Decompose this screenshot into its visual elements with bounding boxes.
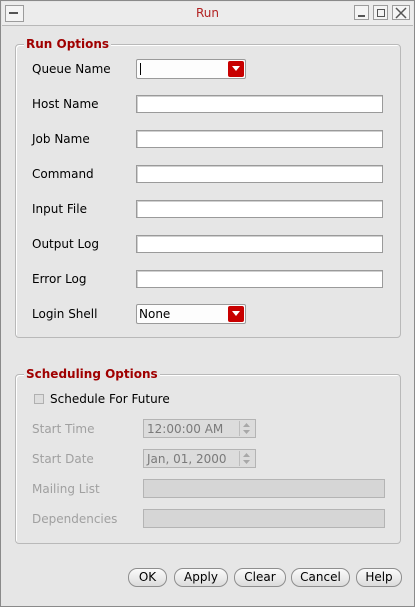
window-title: Run [195, 6, 219, 20]
start-time-spinner[interactable]: 12:00:00 AM [143, 419, 256, 438]
start-time-label: Start Time [32, 422, 95, 436]
chevron-down-icon [232, 66, 240, 71]
start-time-spin-arrows[interactable] [239, 421, 254, 436]
run-dialog: Run Run Options Queue Name Host Name Job… [0, 0, 415, 607]
start-date-spin-arrows[interactable] [239, 451, 254, 466]
command-label: Command [32, 167, 94, 181]
error-log-label: Error Log [32, 272, 87, 286]
mailing-list-field[interactable] [143, 479, 385, 498]
maximize-button[interactable] [373, 5, 388, 20]
queue-name-label: Queue Name [32, 62, 111, 76]
login-shell-label: Login Shell [32, 307, 98, 321]
minimize-button[interactable] [354, 5, 369, 20]
queue-name-dropdown-arrow[interactable] [228, 61, 244, 77]
apply-button[interactable]: Apply [174, 568, 228, 587]
job-name-label: Job Name [32, 132, 90, 146]
host-name-label: Host Name [32, 97, 99, 111]
login-shell-value: None [139, 307, 171, 321]
start-date-value: Jan, 01, 2000 [147, 452, 227, 466]
host-name-field[interactable] [136, 95, 383, 113]
queue-name-dropdown[interactable] [136, 59, 246, 79]
error-log-field[interactable] [136, 270, 383, 288]
chevron-down-icon [232, 311, 240, 316]
run-options-title: Run Options [24, 37, 112, 51]
scheduling-options-title: Scheduling Options [24, 367, 160, 381]
dependencies-label: Dependencies [32, 512, 118, 526]
title-bar: Run [2, 2, 413, 26]
start-time-value: 12:00:00 AM [147, 422, 224, 436]
login-shell-dropdown[interactable]: None [136, 304, 246, 324]
login-shell-dropdown-arrow[interactable] [228, 306, 244, 322]
cancel-button[interactable]: Cancel [291, 568, 350, 587]
input-file-field[interactable] [136, 200, 383, 218]
ok-button[interactable]: OK [128, 568, 167, 587]
close-icon [395, 7, 407, 19]
close-button[interactable] [392, 5, 410, 20]
schedule-for-future-checkbox[interactable] [34, 394, 44, 404]
schedule-for-future-label: Schedule For Future [50, 392, 170, 406]
output-log-label: Output Log [32, 237, 99, 251]
mailing-list-label: Mailing List [32, 482, 100, 496]
help-button[interactable]: Help [356, 568, 402, 587]
dependencies-field[interactable] [143, 509, 385, 528]
clear-button[interactable]: Clear [234, 568, 286, 587]
text-cursor [140, 63, 141, 75]
spin-down-icon [243, 460, 250, 464]
input-file-label: Input File [32, 202, 87, 216]
output-log-field[interactable] [136, 235, 383, 253]
run-options-group: Run Options [15, 37, 401, 338]
job-name-field[interactable] [136, 130, 383, 148]
spin-up-icon [243, 423, 250, 427]
start-date-label: Start Date [32, 452, 94, 466]
command-field[interactable] [136, 165, 383, 183]
spin-down-icon [243, 430, 250, 434]
spin-up-icon [243, 453, 250, 457]
start-date-spinner[interactable]: Jan, 01, 2000 [143, 449, 256, 468]
